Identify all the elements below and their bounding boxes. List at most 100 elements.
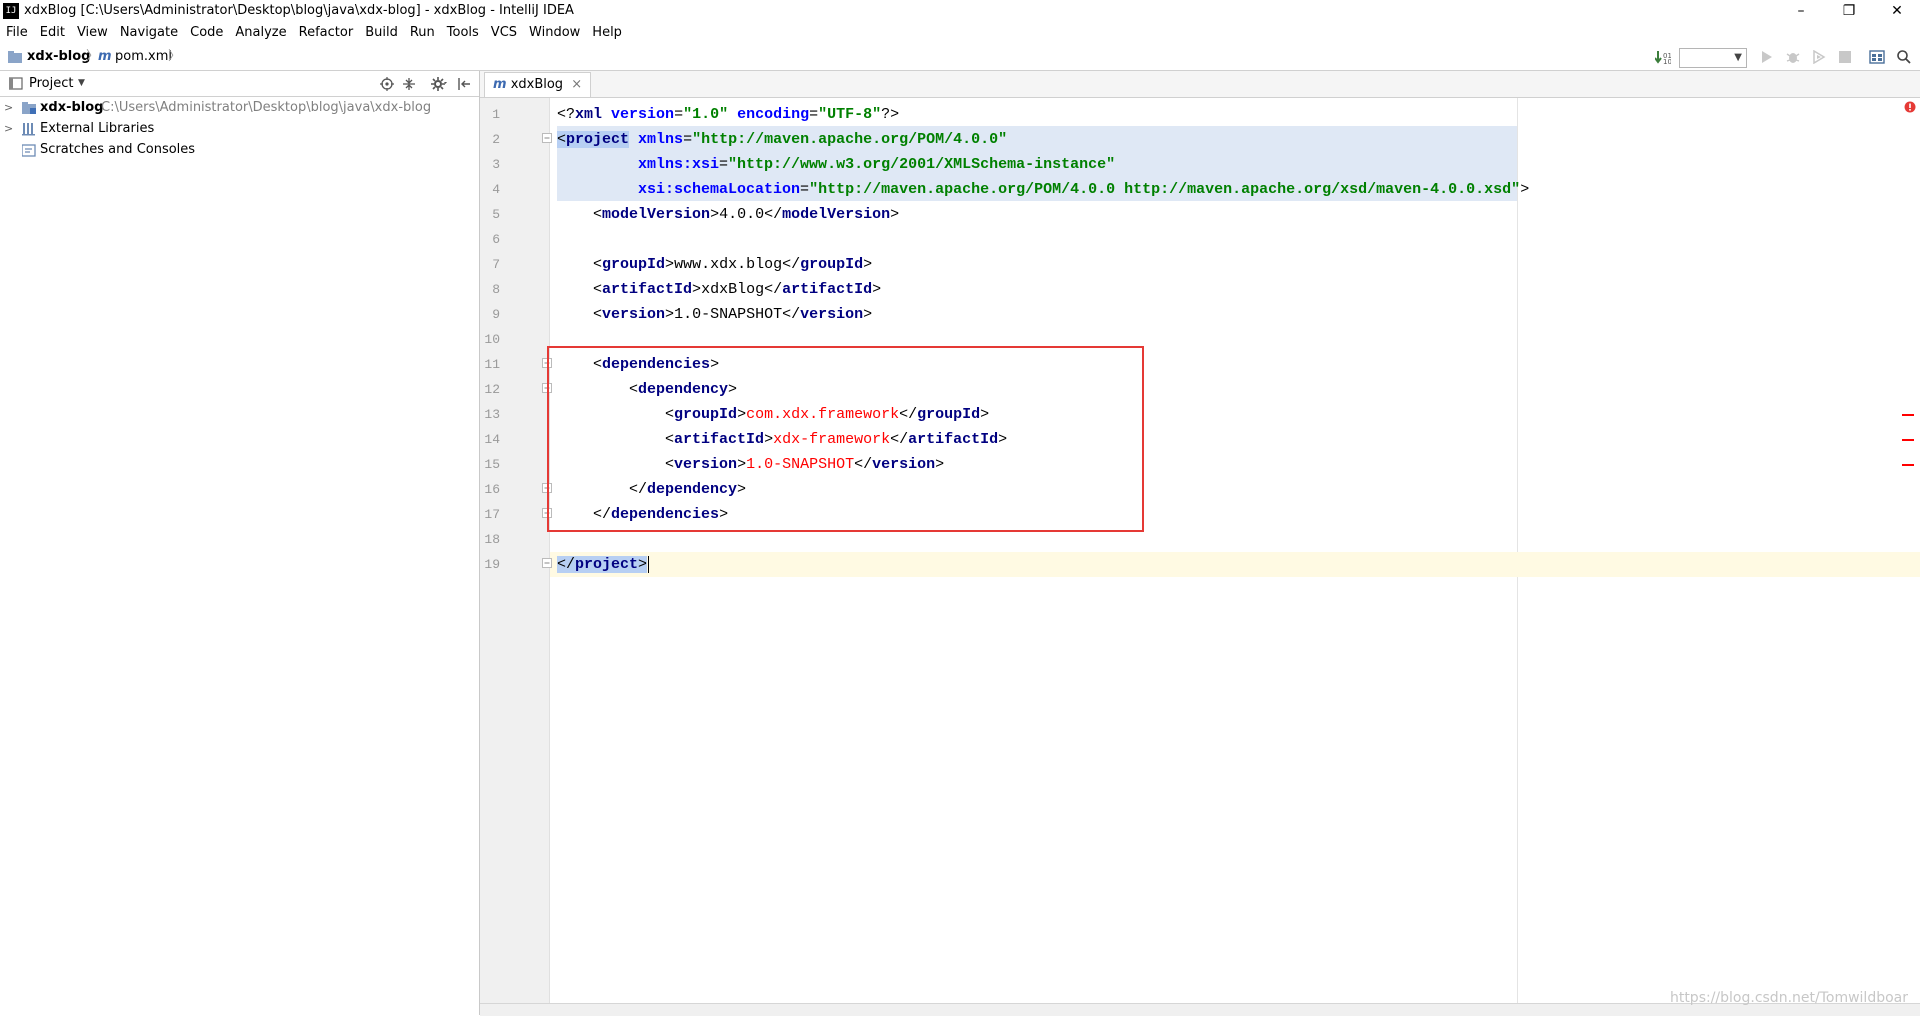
token: = (683, 131, 693, 148)
watermark: https://blog.csdn.net/Tomwildboar (1669, 990, 1908, 1006)
menu-help[interactable]: Help (586, 22, 628, 44)
minimize-button[interactable]: – (1778, 0, 1824, 22)
expand-arrow-icon[interactable]: > (4, 97, 13, 118)
code-line-3: xmlns:xsi="http://www.w3.org/2001/XMLSch… (557, 152, 1115, 177)
token: artifactId (782, 281, 873, 298)
hide-panel-icon[interactable] (457, 77, 471, 91)
menu-run[interactable]: Run (404, 22, 441, 44)
breadcrumb-file[interactable]: pom.xml (115, 44, 172, 70)
token: xmlns (638, 131, 684, 148)
token: < (593, 306, 603, 323)
menu-view[interactable]: View (71, 22, 114, 44)
debug-icon[interactable] (1786, 50, 1800, 64)
token: > (665, 306, 675, 323)
token: version (800, 306, 864, 323)
token: version (602, 306, 666, 323)
line-number: 19 (484, 557, 500, 572)
chevron-down-icon: ▼ (1734, 52, 1742, 63)
window-title: xdxBlog [C:\Users\Administrator\Desktop\… (24, 3, 574, 18)
line-number: 4 (492, 182, 500, 197)
line-number: 5 (492, 207, 500, 222)
run-icon[interactable] (1760, 50, 1774, 64)
close-tab-icon[interactable]: × (571, 77, 582, 92)
line-number: 10 (484, 332, 500, 347)
token: > (710, 206, 720, 223)
token: > (1520, 181, 1530, 198)
token: < (557, 131, 567, 148)
menu-file[interactable]: File (0, 22, 34, 44)
fold-marker-icon[interactable] (542, 558, 552, 568)
code-line-7: <groupId>www.xdx.blog</groupId> (557, 252, 872, 277)
line-number: 6 (492, 232, 500, 247)
token: version (611, 106, 675, 123)
tree-item-path: C:\Users\Administrator\Desktop\blog\java… (101, 100, 432, 115)
expand-arrow-icon[interactable]: > (4, 118, 13, 139)
coverage-icon[interactable] (1812, 50, 1826, 64)
settings-gear-icon[interactable] (431, 76, 447, 92)
view-dropdown-chevron-icon[interactable]: ▼ (78, 71, 85, 96)
project-folder-icon (8, 51, 22, 63)
breadcrumb-project[interactable]: xdx-blog (27, 44, 90, 70)
tree-item-label: Scratches and Consoles (40, 142, 196, 157)
project-structure-icon[interactable] (1869, 50, 1885, 64)
menu-build[interactable]: Build (359, 22, 404, 44)
restore-button[interactable]: ❐ (1826, 0, 1872, 22)
token: > (863, 306, 873, 323)
tree-item-label: External Libraries (40, 121, 155, 136)
token: </ (764, 281, 783, 298)
menu-vcs[interactable]: VCS (485, 22, 523, 44)
token: project (575, 556, 639, 573)
menu-window[interactable]: Window (523, 22, 586, 44)
token: < (593, 206, 603, 223)
breadcrumb-end-icon: 〉 (168, 49, 182, 64)
error-stripe-mark[interactable] (1902, 439, 1914, 441)
line-number: 7 (492, 257, 500, 272)
module-folder-icon (22, 102, 36, 114)
line-number: 18 (484, 532, 500, 547)
menu-edit[interactable]: Edit (34, 22, 71, 44)
code-line-4: xsi:schemaLocation="http://maven.apache.… (557, 177, 1529, 202)
token: < (593, 281, 603, 298)
token: = (809, 106, 819, 123)
token: xml (575, 106, 603, 123)
tab-label: xdxBlog (510, 77, 564, 92)
token: </ (557, 556, 576, 573)
svg-text:10: 10 (1663, 58, 1671, 65)
tab-xdxblog[interactable]: m xdxBlog × (484, 72, 592, 97)
menu-tools[interactable]: Tools (441, 22, 485, 44)
run-configuration-select[interactable]: ▼ (1679, 48, 1747, 68)
current-line-highlight (550, 552, 1920, 577)
fold-marker-icon[interactable] (542, 133, 552, 143)
close-button[interactable]: ✕ (1874, 0, 1920, 22)
token: "http://www.w3.org/2001/XMLSchema-instan… (728, 156, 1116, 173)
error-stripe-mark[interactable] (1902, 414, 1914, 416)
search-icon[interactable] (1896, 49, 1912, 65)
locate-file-icon[interactable] (380, 77, 394, 91)
stop-icon[interactable] (1838, 50, 1852, 64)
line-number: 9 (492, 307, 500, 322)
menu-navigate[interactable]: Navigate (114, 22, 184, 44)
menu-refactor[interactable]: Refactor (293, 22, 360, 44)
token: xmlns:xsi (638, 156, 720, 173)
token: project (566, 131, 630, 148)
error-stripe-mark[interactable] (1902, 464, 1914, 466)
token: > (692, 281, 702, 298)
token: groupId (602, 256, 666, 273)
menu-code[interactable]: Code (184, 22, 229, 44)
token: </ (782, 256, 801, 273)
menu-analyze[interactable]: Analyze (229, 22, 292, 44)
line-number: 1 (492, 107, 500, 122)
maven-file-icon: m (493, 77, 507, 92)
code-editor[interactable] (550, 98, 1920, 1003)
collapse-all-icon[interactable] (402, 77, 416, 91)
library-icon (22, 123, 35, 136)
line-number: 8 (492, 282, 500, 297)
line-number: 17 (484, 507, 500, 522)
token: > (890, 206, 900, 223)
scratches-icon (22, 144, 36, 157)
project-view-selector[interactable]: Project (29, 71, 73, 96)
build-icon[interactable]: 0110 (1655, 49, 1671, 65)
error-indicator-icon[interactable] (1904, 101, 1916, 113)
token: > (638, 556, 648, 573)
code-line-1: <?xml version="1.0" encoding="UTF-8"?> (557, 102, 899, 127)
